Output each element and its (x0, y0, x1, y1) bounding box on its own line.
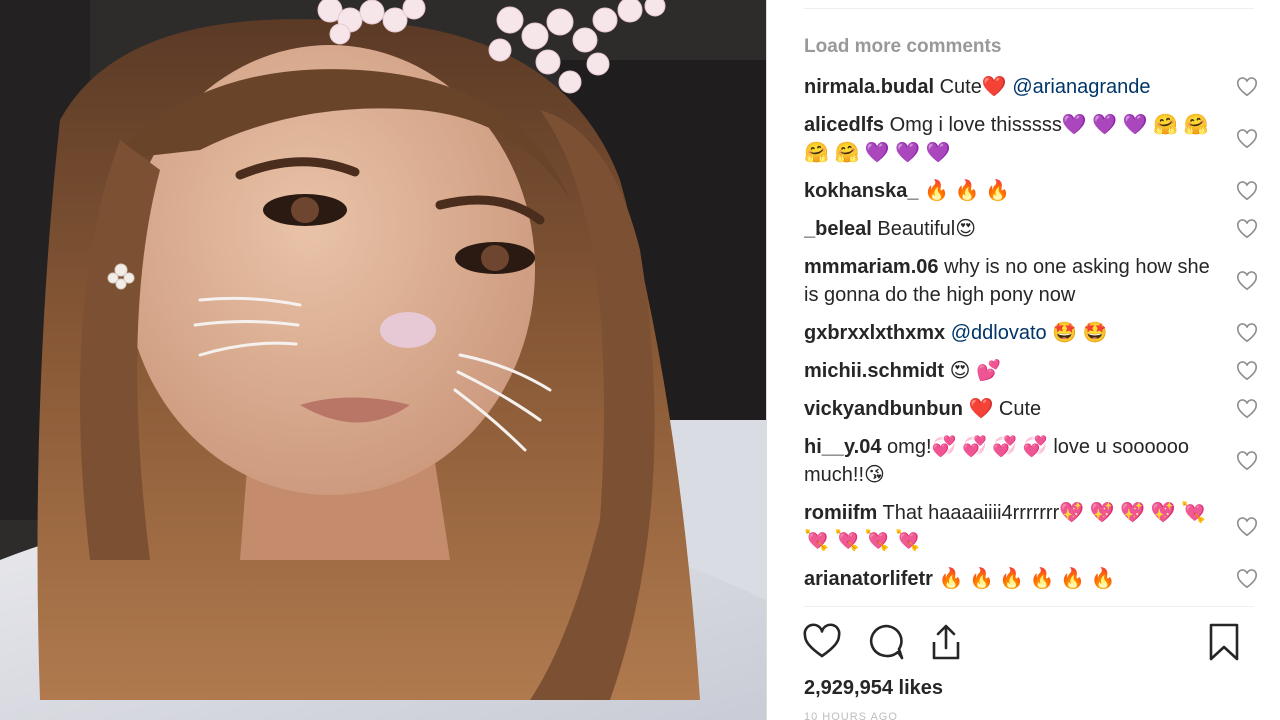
small-heart-icon[interactable] (1236, 129, 1258, 149)
comment-username[interactable]: mmmariam.06 (804, 256, 939, 278)
selfie-illustration (0, 0, 766, 720)
likes-count[interactable]: 2,929,954 likes (804, 677, 943, 700)
bookmark-icon[interactable] (1204, 622, 1244, 662)
comment-username[interactable]: hi__y.04 (804, 436, 881, 458)
comment-text: 😍 💕 (949, 360, 1001, 382)
comment-username[interactable]: nirmala.budal (804, 76, 934, 98)
comment-username[interactable]: _beleal (804, 218, 872, 240)
heart-outline-icon[interactable] (802, 622, 842, 662)
small-heart-icon[interactable] (1236, 323, 1258, 343)
comments-panel: Load more comments nirmala.budal Cute❤️ … (767, 0, 1280, 720)
post-viewer: Load more comments nirmala.budal Cute❤️ … (0, 0, 1280, 720)
comment-mention[interactable]: @arianagrande (1012, 76, 1150, 98)
small-heart-icon[interactable] (1236, 361, 1258, 381)
comment-item: _beleal Beautiful😍 (804, 215, 1264, 243)
comment-username[interactable]: gxbrxxlxthxmx (804, 322, 945, 344)
comment-list[interactable]: nirmala.budal Cute❤️ @arianagrande alice… (804, 73, 1264, 606)
share-upload-icon[interactable] (926, 622, 966, 662)
small-heart-icon[interactable] (1236, 569, 1258, 589)
comment-item: alicedlfs Omg i love thisssss💜 💜 💜 🤗 🤗 🤗… (804, 111, 1264, 167)
small-heart-icon[interactable] (1236, 181, 1258, 201)
comment-text: 🔥 🔥 🔥 🔥 🔥 🔥 (938, 568, 1116, 590)
comment-item: michii.schmidt 😍 💕 (804, 357, 1264, 385)
comment-item: nirmala.budal Cute❤️ @arianagrande (804, 73, 1264, 101)
comment-item: kokhanska_ 🔥 🔥 🔥 (804, 177, 1264, 205)
comment-item: arianatorlifetr 🔥 🔥 🔥 🔥 🔥 🔥 (804, 565, 1264, 593)
load-more-comments-button[interactable]: Load more comments (804, 36, 1001, 58)
comment-text: Cute❤️ (939, 76, 1007, 98)
small-heart-icon[interactable] (1236, 399, 1258, 419)
comment-item: gxbrxxlxthxmx @ddlovato 🤩 🤩 (804, 319, 1264, 347)
comment-username[interactable]: kokhanska_ (804, 180, 919, 202)
comment-text: Beautiful😍 (877, 218, 977, 240)
comment-mention[interactable]: @ddlovato 🤩 🤩 (951, 322, 1108, 344)
comment-username[interactable]: alicedlfs (804, 114, 884, 136)
comment-item: mmmariam.06 why is no one asking how she… (804, 253, 1264, 309)
comment-username[interactable]: michii.schmidt (804, 360, 944, 382)
top-divider (804, 8, 1254, 9)
comment-text: ❤️ Cute (968, 398, 1042, 420)
comment-username[interactable]: vickyandbunbun (804, 398, 963, 420)
comment-item: vickyandbunbun ❤️ Cute (804, 395, 1264, 423)
small-heart-icon[interactable] (1236, 271, 1258, 291)
small-heart-icon[interactable] (1236, 517, 1258, 537)
comment-username[interactable]: romiifm (804, 502, 877, 524)
small-heart-icon[interactable] (1236, 219, 1258, 239)
comment-item: romiifm That haaaaiiii4rrrrrrr💖 💖 💖 💖 💘 … (804, 499, 1264, 555)
post-photo[interactable] (0, 0, 766, 720)
small-heart-icon[interactable] (1236, 451, 1258, 471)
small-heart-icon[interactable] (1236, 77, 1258, 97)
comment-item: hi__y.04 omg!💞 💞 💞 💞 love u soooooo much… (804, 433, 1264, 489)
actions-divider (804, 606, 1254, 607)
speech-bubble-icon[interactable] (866, 622, 906, 662)
comment-username[interactable]: arianatorlifetr (804, 568, 933, 590)
post-actions-bar (802, 622, 1244, 666)
comment-text: 🔥 🔥 🔥 (924, 180, 1010, 202)
post-timestamp: 10 HOURS AGO (804, 711, 898, 720)
